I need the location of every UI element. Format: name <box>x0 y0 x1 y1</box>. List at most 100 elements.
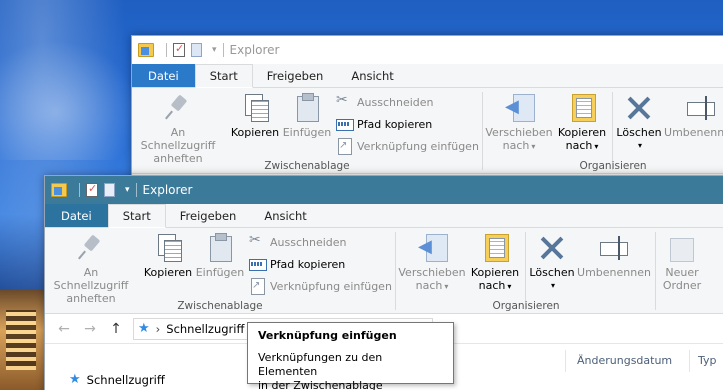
ribbon: An Schnellzugriff anheften Kopieren Einf… <box>45 228 723 314</box>
rename-button[interactable]: Umbenennen <box>577 232 651 279</box>
wallpaper-clouds <box>0 40 140 160</box>
move-to-button[interactable]: Verschieben nach▾ <box>485 92 553 153</box>
group-label-clipboard: Zwischenablage <box>264 160 350 172</box>
copy-to-button[interactable]: Kopieren nach ▾ <box>467 232 523 293</box>
chevron-down-icon: ▾ <box>550 281 555 290</box>
cut-button[interactable]: Ausschneiden <box>336 92 434 112</box>
tab-ansicht[interactable]: Ansicht <box>337 64 407 87</box>
paste-shortcut-icon <box>336 138 352 155</box>
copy-path-button[interactable]: Pfad kopieren <box>249 254 345 274</box>
paste-shortcut-label: Verknüpfung einfügen <box>270 279 392 293</box>
properties-icon[interactable] <box>86 182 98 197</box>
forward-arrow-icon[interactable]: → <box>77 321 103 337</box>
paste-label: Einfügen <box>195 266 245 279</box>
paste-shortcut-button[interactable]: Verknüpfung einfügen <box>249 276 392 296</box>
divider <box>482 92 483 170</box>
copy-icon <box>152 232 184 264</box>
copy-button[interactable]: Kopieren <box>143 232 193 279</box>
chevron-right-icon[interactable]: › <box>156 322 161 336</box>
copy-to-button[interactable]: Kopieren nach ▾ <box>554 92 610 153</box>
delete-button[interactable]: Löschen ▾ <box>527 232 577 292</box>
pin-label-1: An Schnellzugriff <box>140 126 216 152</box>
move-to-label-1: Verschieben <box>485 126 553 139</box>
tab-datei[interactable]: Datei <box>132 64 195 87</box>
chevron-down-icon: ▾ <box>637 141 642 150</box>
copy-button[interactable]: Kopieren <box>230 92 280 139</box>
rename-button[interactable]: Umbenennen <box>664 92 723 139</box>
new-folder-quick-icon[interactable] <box>104 183 115 197</box>
star-icon: ★ <box>138 321 150 336</box>
paste-shortcut-button[interactable]: Verknüpfung einfügen <box>336 136 479 156</box>
navpane-quick-access-label: Schnellzugriff <box>86 372 165 387</box>
divider <box>79 183 80 197</box>
pin-quick-access-button[interactable]: An Schnellzugriff anheften <box>49 232 133 305</box>
delete-icon <box>536 232 568 264</box>
copy-icon <box>239 92 271 124</box>
tab-start[interactable]: Start <box>107 204 166 228</box>
column-type[interactable]: Typ <box>698 354 717 367</box>
paste-button[interactable]: Einfügen <box>282 92 332 139</box>
copy-path-button[interactable]: Pfad kopieren <box>336 114 432 134</box>
new-folder-button[interactable]: Neuer Ordner <box>659 232 705 292</box>
star-icon: ★ <box>69 372 81 387</box>
copy-path-icon <box>336 116 354 132</box>
tab-freigeben[interactable]: Freigeben <box>166 204 251 227</box>
divider <box>166 43 167 57</box>
copy-to-label-1: Kopieren <box>557 126 607 139</box>
divider <box>222 43 224 57</box>
pin-icon <box>162 92 194 124</box>
pin-icon <box>75 232 107 264</box>
cut-label: Ausschneiden <box>270 235 347 249</box>
group-label-organize: Organisieren <box>492 300 560 312</box>
title-bar[interactable]: ▾ Explorer <box>45 176 723 204</box>
tooltip-title: Verknüpfung einfügen <box>258 329 397 342</box>
up-arrow-icon[interactable]: ↑ <box>103 321 129 337</box>
rename-icon <box>685 92 717 124</box>
tab-start[interactable]: Start <box>194 64 253 88</box>
rename-label: Umbenennen <box>577 266 651 279</box>
new-folder-label-2: Ordner <box>662 279 702 292</box>
divider <box>525 232 526 310</box>
column-modified[interactable]: Änderungsdatum <box>577 354 672 367</box>
paste-icon <box>291 92 323 124</box>
scissors-icon <box>249 232 265 250</box>
paste-label: Einfügen <box>282 126 332 139</box>
move-to-label-1: Verschieben <box>398 266 466 279</box>
divider <box>655 232 656 310</box>
rename-icon <box>598 232 630 264</box>
tooltip-line-2: in der Zwischenablage speichern. <box>258 379 383 390</box>
move-to-icon <box>416 232 448 264</box>
group-clipboard: An Schnellzugriff anheften Kopieren Einf… <box>45 228 395 314</box>
ribbon: An Schnellzugriff anheften Kopieren Einf… <box>132 88 723 174</box>
rename-label: Umbenennen <box>664 126 723 139</box>
group-label-clipboard: Zwischenablage <box>177 300 263 312</box>
cut-button[interactable]: Ausschneiden <box>249 232 347 252</box>
new-folder-quick-icon[interactable] <box>191 43 202 57</box>
paste-shortcut-label: Verknüpfung einfügen <box>357 139 479 153</box>
move-to-icon <box>503 92 535 124</box>
chevron-down-icon[interactable]: ▾ <box>125 185 130 195</box>
scissors-icon <box>336 92 352 110</box>
back-arrow-icon[interactable]: ← <box>51 321 77 337</box>
tab-datei[interactable]: Datei <box>45 204 108 227</box>
properties-icon[interactable] <box>173 42 185 57</box>
ribbon-tabs: Datei Start Freigeben Ansicht <box>132 64 723 88</box>
chevron-down-icon[interactable]: ▾ <box>212 45 217 55</box>
tab-ansicht[interactable]: Ansicht <box>250 204 320 227</box>
title-bar[interactable]: ▾ Explorer <box>132 36 723 64</box>
navpane-quick-access[interactable]: ★ Schnellzugriff <box>69 372 165 387</box>
delete-icon <box>623 92 655 124</box>
move-to-label-2: nach ▾ <box>502 139 536 152</box>
group-organize: Verschieben nach▾ Kopieren nach▾ Löschen… <box>397 228 655 314</box>
divider <box>689 350 690 372</box>
move-to-button[interactable]: Verschieben nach▾ <box>398 232 466 293</box>
tab-freigeben[interactable]: Freigeben <box>253 64 338 87</box>
delete-label: Löschen <box>529 266 575 279</box>
paste-button[interactable]: Einfügen <box>195 232 245 279</box>
copy-label: Kopieren <box>143 266 193 279</box>
delete-button[interactable]: Löschen ▾ <box>614 92 664 152</box>
copy-path-label: Pfad kopieren <box>357 117 433 131</box>
pin-quick-access-button[interactable]: An Schnellzugriff anheften <box>136 92 220 165</box>
move-to-label-2: nach ▾ <box>415 279 449 292</box>
address-location: Schnellzugriff <box>166 321 245 336</box>
